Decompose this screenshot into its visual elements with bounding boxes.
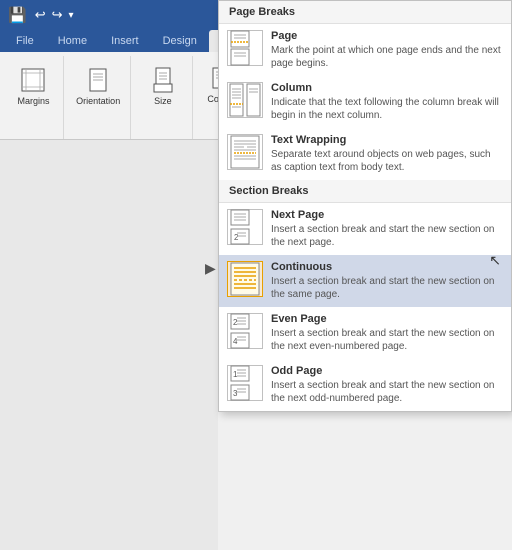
next-page-title: Next Page <box>271 209 503 221</box>
column-break-item[interactable]: Column Indicate that the text following … <box>219 76 511 128</box>
odd-page-text: Odd Page Insert a section break and star… <box>271 365 503 405</box>
tab-design[interactable]: Design <box>151 30 209 52</box>
odd-page-item[interactable]: 1 3 Odd Page Insert a section break and … <box>219 359 511 411</box>
odd-page-title: Odd Page <box>271 365 503 377</box>
arrow-indicator: ▶ <box>205 260 216 277</box>
size-icon <box>147 64 179 96</box>
even-page-item[interactable]: 2 4 Even Page Insert a section break and… <box>219 307 511 359</box>
orientation-label: Orientation <box>76 96 120 107</box>
main-area: ▶ Page Breaks Page Mark the point at w <box>0 140 512 550</box>
next-page-desc: Insert a section break and start the new… <box>271 223 503 249</box>
next-page-icon: 2 <box>227 209 263 245</box>
margins-button[interactable]: Margins <box>13 62 53 109</box>
size-label: Size <box>154 96 172 107</box>
next-page-item[interactable]: 2 Next Page Insert a section break and s… <box>219 203 511 255</box>
odd-page-icon: 1 3 <box>227 365 263 401</box>
document-area: ▶ <box>0 140 218 550</box>
quick-access-toolbar: ↩ ↪ ▾ <box>35 7 74 23</box>
odd-page-desc: Insert a section break and start the new… <box>271 379 503 405</box>
column-break-title: Column <box>271 82 503 94</box>
column-break-icon <box>227 82 263 118</box>
size-group: Size <box>133 56 193 139</box>
even-page-icon: 2 4 <box>227 313 263 349</box>
continuous-title: Continuous <box>271 261 503 273</box>
text-wrapping-text: Text Wrapping Separate text around objec… <box>271 134 503 174</box>
orientation-group: Orientation <box>66 56 131 139</box>
svg-text:2: 2 <box>233 318 238 327</box>
save-icon[interactable]: 💾 <box>8 6 27 24</box>
redo-icon[interactable]: ↪ <box>52 7 63 23</box>
text-wrapping-item[interactable]: Text Wrapping Separate text around objec… <box>219 128 511 180</box>
even-page-title: Even Page <box>271 313 503 325</box>
continuous-icon <box>227 261 263 297</box>
margins-label: Margins <box>17 96 49 107</box>
margins-group: Margins <box>4 56 64 139</box>
text-wrapping-icon <box>227 134 263 170</box>
continuous-item[interactable]: Continuous Insert a section break and st… <box>219 255 511 307</box>
cursor: ↖ <box>489 252 501 269</box>
tab-insert[interactable]: Insert <box>99 30 151 52</box>
tab-home[interactable]: Home <box>46 30 99 52</box>
page-break-page-item[interactable]: Page Mark the point at which one page en… <box>219 24 511 76</box>
even-page-text: Even Page Insert a section break and sta… <box>271 313 503 353</box>
size-button[interactable]: Size <box>143 62 183 109</box>
undo-icon[interactable]: ↩ <box>35 7 46 23</box>
margins-icon <box>17 64 49 96</box>
column-break-desc: Indicate that the text following the col… <box>271 96 503 122</box>
text-wrapping-desc: Separate text around objects on web page… <box>271 148 503 174</box>
dropdown-icon[interactable]: ▾ <box>69 10 74 21</box>
svg-text:4: 4 <box>233 337 238 346</box>
continuous-desc: Insert a section break and start the new… <box>271 275 503 301</box>
text-wrapping-title: Text Wrapping <box>271 134 503 146</box>
even-page-desc: Insert a section break and start the new… <box>271 327 503 353</box>
page-break-page-title: Page <box>271 30 503 42</box>
svg-text:2: 2 <box>234 233 239 242</box>
continuous-text: Continuous Insert a section break and st… <box>271 261 503 301</box>
page-break-page-desc: Mark the point at which one page ends an… <box>271 44 503 70</box>
column-break-text: Column Indicate that the text following … <box>271 82 503 122</box>
svg-text:1: 1 <box>233 370 238 379</box>
breaks-dropdown: Page Breaks Page Mark the point at which… <box>218 0 512 412</box>
next-page-text: Next Page Insert a section break and sta… <box>271 209 503 249</box>
page-breaks-header: Page Breaks <box>219 1 511 24</box>
orientation-button[interactable]: Orientation <box>72 62 124 109</box>
tab-file[interactable]: File <box>4 30 46 52</box>
page-break-page-text: Page Mark the point at which one page en… <box>271 30 503 70</box>
orientation-icon <box>82 64 114 96</box>
svg-text:3: 3 <box>233 389 238 398</box>
section-breaks-header: Section Breaks <box>219 180 511 203</box>
page-break-page-icon <box>227 30 263 66</box>
